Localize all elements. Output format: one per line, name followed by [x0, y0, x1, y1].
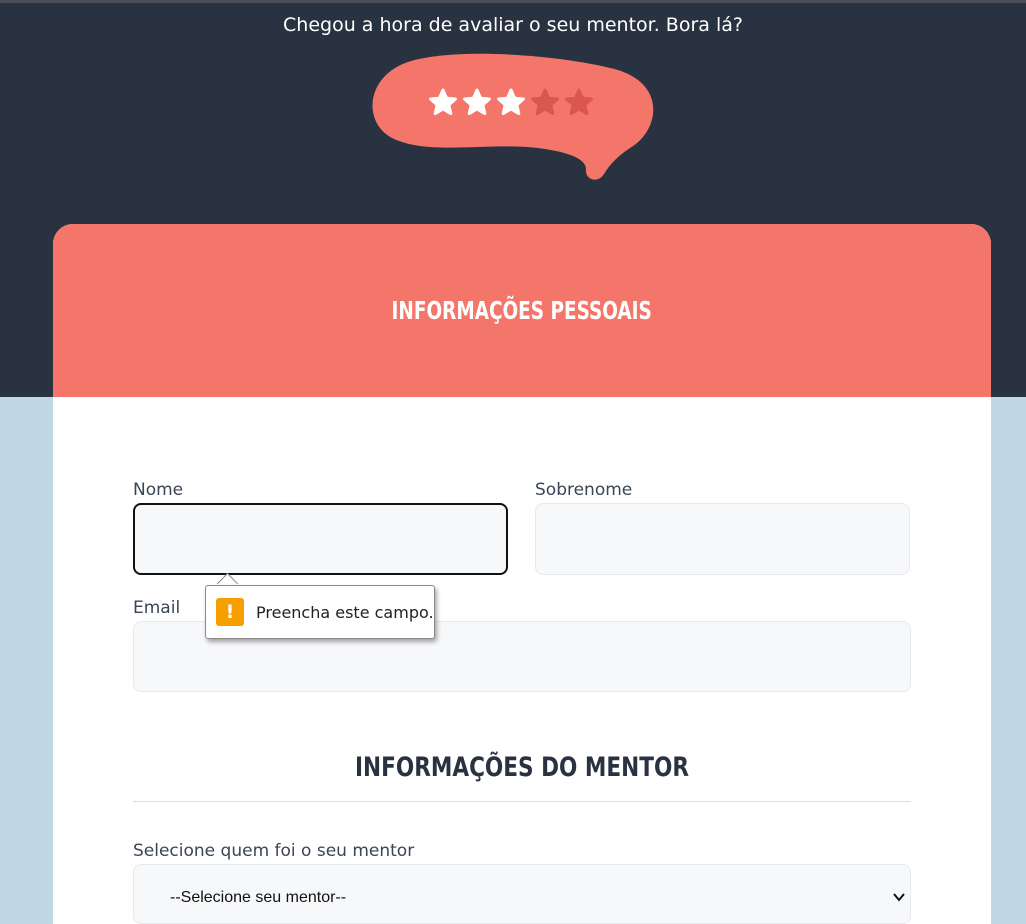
star-filled-icon[interactable]: [462, 88, 492, 118]
validation-tooltip: ! Preencha este campo.: [205, 585, 435, 639]
last-name-input[interactable]: [535, 503, 910, 575]
star-empty-icon[interactable]: [564, 88, 594, 118]
personal-info-title: Informações pessoais: [391, 296, 653, 325]
validation-message: Preencha este campo.: [256, 602, 434, 622]
last-name-label: Sobrenome: [535, 480, 633, 500]
mentor-select-value: --Selecione seu mentor--: [170, 889, 347, 906]
window-top-border: [0, 0, 1026, 3]
first-name-input[interactable]: [133, 503, 508, 575]
personal-info-header: Informações pessoais: [53, 224, 991, 397]
star-rating[interactable]: [428, 88, 594, 118]
mentor-select-label: Selecione quem foi o seu mentor: [133, 841, 415, 861]
star-filled-icon[interactable]: [496, 88, 526, 118]
warning-icon: !: [216, 598, 244, 626]
chevron-down-icon: [893, 893, 905, 902]
rating-prompt: Chegou a hora de avaliar o seu mentor. B…: [283, 14, 743, 36]
star-empty-icon[interactable]: [530, 88, 560, 118]
rating-bubble: [368, 52, 658, 182]
mentor-info-title: Informações do mentor: [355, 752, 689, 783]
email-label: Email: [133, 598, 181, 618]
first-name-label: Nome: [133, 480, 184, 500]
mentor-select[interactable]: --Selecione seu mentor--: [133, 864, 911, 924]
section-divider: [133, 801, 911, 802]
star-filled-icon[interactable]: [428, 88, 458, 118]
